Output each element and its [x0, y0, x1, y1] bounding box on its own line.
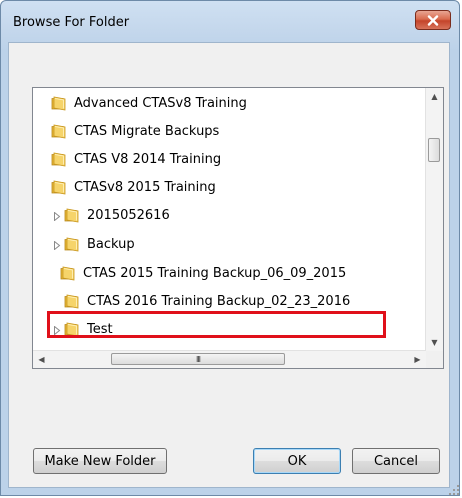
- folder-icon: [51, 123, 67, 139]
- tree-item-label: CTAS 2015 Training Backup_06_09_2015: [83, 265, 347, 281]
- selection-highlight: [47, 311, 386, 338]
- tree-item-label: CTAS Migrate Backups: [74, 123, 220, 139]
- dialog-title: Browse For Folder: [13, 15, 130, 30]
- close-button[interactable]: [415, 10, 451, 30]
- tree-item-label: CTASv8 2015 Training: [74, 179, 216, 195]
- scrollbar-corner: [426, 351, 443, 368]
- folder-icon: [64, 207, 80, 223]
- resize-grip-icon[interactable]: [449, 485, 459, 495]
- tree-item-ctas-migrate-backups[interactable]: CTAS Migrate Backups: [51, 117, 219, 145]
- horizontal-scrollbar[interactable]: ◀ III ▶: [33, 350, 426, 368]
- expand-arrow-icon[interactable]: [52, 240, 62, 250]
- make-new-folder-button[interactable]: Make New Folder: [33, 448, 167, 474]
- scroll-down-icon[interactable]: ▼: [426, 334, 443, 351]
- folder-icon: [60, 265, 76, 281]
- tree-item-label: 2015052616: [87, 207, 170, 223]
- folder-icon: [51, 95, 67, 111]
- scroll-grip: III: [195, 354, 201, 364]
- scroll-up-icon[interactable]: ▲: [426, 88, 443, 105]
- tree-item-label: Advanced CTASv8 Training: [74, 95, 247, 111]
- scroll-right-icon[interactable]: ▶: [409, 351, 426, 368]
- folder-icon: [64, 293, 80, 309]
- tree-item-2015052616[interactable]: 2015052616: [64, 201, 170, 229]
- tree-item-backup[interactable]: Backup: [64, 230, 135, 258]
- tree-item-advanced-ctasv8-training[interactable]: Advanced CTASv8 Training: [51, 89, 247, 117]
- tree-item-label: Backup: [87, 236, 135, 252]
- close-icon: [427, 14, 439, 26]
- folder-icon: [51, 179, 67, 195]
- tree-item-label: CTAS V8 2014 Training: [74, 151, 222, 167]
- tree-item-ctasv8-2015-training[interactable]: CTASv8 2015 Training: [51, 173, 216, 201]
- title-bar[interactable]: Browse For Folder: [1, 1, 459, 43]
- scroll-left-icon[interactable]: ◀: [33, 351, 50, 368]
- vertical-scroll-thumb[interactable]: [428, 138, 440, 162]
- horizontal-scroll-thumb[interactable]: III: [111, 353, 285, 365]
- tree-item-label: CTAS 2016 Training Backup_02_23_2016: [87, 293, 351, 309]
- ok-button[interactable]: OK: [253, 448, 341, 474]
- tree-item-ctas-v8-2014-training[interactable]: CTAS V8 2014 Training: [51, 145, 221, 173]
- folder-icon: [51, 151, 67, 167]
- tree-item-ctas-2015-training-backup[interactable]: CTAS 2015 Training Backup_06_09_2015: [60, 259, 346, 287]
- folder-icon: [64, 236, 80, 252]
- cancel-button[interactable]: Cancel: [352, 448, 440, 474]
- vertical-scrollbar[interactable]: ▲ ▼: [425, 88, 443, 351]
- expand-arrow-icon[interactable]: [52, 211, 62, 221]
